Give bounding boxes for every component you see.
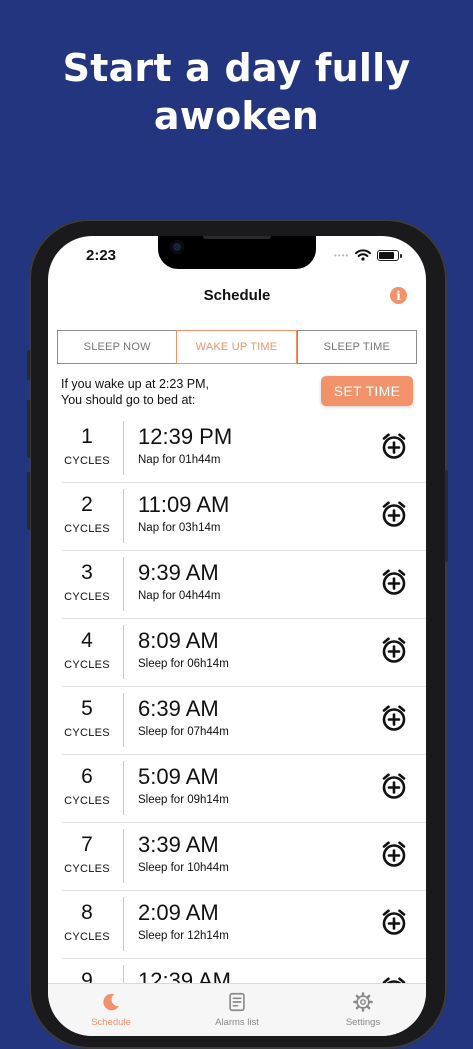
tab-settings[interactable]: Settings	[300, 984, 426, 1036]
headline-line-2: awoken	[153, 94, 320, 138]
cycles-label: CYCLES	[64, 727, 110, 739]
list-item: 5 CYCLES 6:39 AM Sleep for 07h44m	[62, 687, 426, 755]
sleep-duration: Nap for 04h44m	[138, 590, 221, 602]
add-alarm-icon[interactable]	[379, 839, 409, 869]
cycles-label: CYCLES	[64, 863, 110, 875]
list-item: 4 CYCLES 8:09 AM Sleep for 06h14m	[62, 619, 426, 687]
battery-icon	[377, 249, 403, 261]
add-alarm-icon[interactable]	[379, 703, 409, 733]
bedtime-list: 1 CYCLES 12:39 PM Nap for 01h44m 2 CYCLE…	[48, 415, 426, 1026]
sleep-duration: Sleep for 10h44m	[138, 862, 229, 874]
divider	[123, 421, 124, 475]
sleep-duration: Nap for 03h14m	[138, 522, 221, 534]
segment-wake-up-time[interactable]: WAKE UP TIME	[176, 330, 297, 364]
divider	[123, 693, 124, 747]
sleep-duration: Nap for 01h44m	[138, 454, 221, 466]
sleep-duration: Sleep for 09h14m	[138, 794, 229, 806]
cycle-count: 8	[81, 901, 93, 924]
status-time: 2:23	[86, 247, 117, 264]
cycles-label: CYCLES	[64, 659, 110, 671]
cycle-count: 7	[81, 833, 93, 856]
cycle-count: 5	[81, 697, 93, 720]
mode-segmented-control: SLEEP NOW WAKE UP TIME SLEEP TIME	[57, 330, 417, 364]
divider	[123, 897, 124, 951]
wake-description: If you wake up at 2:23 PM, You should go…	[61, 376, 209, 408]
app-screen: 2:23 •••• Schedule i SLEEP NOW WAKE UP T…	[48, 236, 426, 1036]
cycle-count: 2	[81, 493, 93, 516]
bedtime: 12:39 PM	[138, 424, 233, 449]
segment-sleep-time[interactable]: SLEEP TIME	[296, 331, 416, 363]
cycles-label: CYCLES	[64, 591, 110, 603]
wake-line-1: If you wake up at 2:23 PM,	[61, 377, 209, 391]
segment-sleep-now[interactable]: SLEEP NOW	[58, 331, 176, 363]
page-title: Schedule	[203, 287, 271, 304]
list-item: 1 CYCLES 12:39 PM Nap for 01h44m	[62, 415, 426, 483]
info-button[interactable]: i	[390, 287, 407, 304]
add-alarm-icon[interactable]	[379, 431, 409, 461]
volume-down-button	[27, 472, 30, 530]
add-alarm-icon[interactable]	[379, 499, 409, 529]
sleep-duration: Sleep for 12h14m	[138, 930, 229, 942]
add-alarm-icon[interactable]	[379, 635, 409, 665]
mute-switch	[27, 350, 30, 380]
list-item: 8 CYCLES 2:09 AM Sleep for 12h14m	[62, 891, 426, 959]
signal-icon: ••••	[334, 250, 350, 260]
tab-alarms-list[interactable]: Alarms list	[174, 984, 300, 1036]
tab-label: Alarms list	[215, 1017, 259, 1028]
cycles-label: CYCLES	[64, 795, 110, 807]
bedtime: 8:09 AM	[138, 628, 219, 653]
cycle-count: 1	[81, 425, 93, 448]
cycles-label: CYCLES	[64, 931, 110, 943]
sleep-duration: Sleep for 06h14m	[138, 658, 229, 670]
tab-schedule[interactable]: Schedule	[48, 984, 174, 1036]
tab-label: Settings	[345, 1017, 381, 1028]
tab-label: Schedule	[91, 1017, 131, 1028]
wake-line-2: You should go to bed at:	[61, 393, 196, 407]
divider	[123, 761, 124, 815]
moon-icon	[103, 993, 119, 1011]
list-icon	[229, 992, 245, 1012]
tab-bar: Schedule Alarms list Settings	[48, 983, 426, 1036]
divider	[123, 625, 124, 679]
bedtime: 2:09 AM	[138, 900, 219, 925]
speaker-grille	[203, 236, 271, 239]
gear-icon	[353, 992, 373, 1012]
camera-icon	[170, 240, 184, 254]
bedtime: 9:39 AM	[138, 560, 219, 585]
cycles-label: CYCLES	[64, 455, 110, 467]
volume-up-button	[27, 400, 30, 458]
power-button	[445, 470, 448, 562]
divider	[123, 489, 124, 543]
divider	[123, 829, 124, 883]
cycles-label: CYCLES	[64, 523, 110, 535]
add-alarm-icon[interactable]	[379, 771, 409, 801]
notch	[158, 236, 316, 269]
promo-headline: Start a day fully awoken	[0, 44, 473, 140]
list-item: 7 CYCLES 3:39 AM Sleep for 10h44m	[62, 823, 426, 891]
wifi-icon	[355, 249, 372, 261]
bedtime: 3:39 AM	[138, 832, 219, 857]
headline-line-1: Start a day fully	[62, 46, 411, 90]
list-item: 2 CYCLES 11:09 AM Nap for 03h14m	[62, 483, 426, 551]
set-time-button[interactable]: SET TIME	[321, 376, 413, 406]
cycle-count: 4	[81, 629, 93, 652]
bedtime: 6:39 AM	[138, 696, 219, 721]
list-item: 6 CYCLES 5:09 AM Sleep for 09h14m	[62, 755, 426, 823]
sleep-duration: Sleep for 07h44m	[138, 726, 229, 738]
bedtime: 5:09 AM	[138, 764, 219, 789]
divider	[123, 557, 124, 611]
cycle-count: 3	[81, 561, 93, 584]
add-alarm-icon[interactable]	[379, 907, 409, 937]
add-alarm-icon[interactable]	[379, 567, 409, 597]
cycle-count: 6	[81, 765, 93, 788]
list-item: 3 CYCLES 9:39 AM Nap for 04h44m	[62, 551, 426, 619]
status-icons: ••••	[334, 249, 403, 261]
bedtime: 11:09 AM	[138, 492, 230, 517]
